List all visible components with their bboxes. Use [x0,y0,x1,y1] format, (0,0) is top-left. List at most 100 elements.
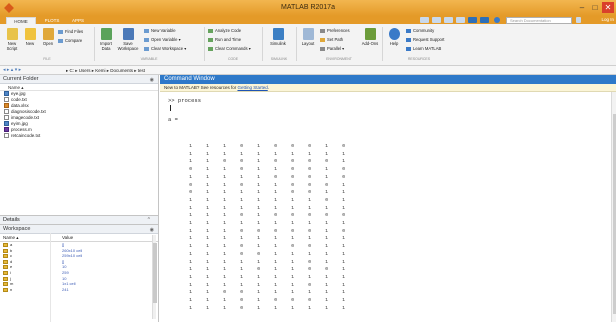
analyze-code-button[interactable]: Analyze Code [208,28,241,33]
workspace-scrollbar[interactable] [152,235,157,319]
new-script-button[interactable]: New Script [2,28,22,51]
matrix-cell: 0 [342,228,345,234]
variable-icon [3,287,8,292]
matrix-cell: 0 [308,213,311,219]
matrix-cell: 1 [308,251,311,257]
matrix-cell: 1 [206,244,209,250]
new-variable-button[interactable]: New Variable [144,28,176,33]
tab-home[interactable]: HOME [6,17,36,24]
scrollbar-thumb[interactable] [153,243,157,303]
matrix-cell: 1 [291,282,294,288]
matrix-cell: 1 [189,221,192,226]
column-header-name[interactable]: Name ▴ [0,84,158,91]
matrix-cell: 1 [274,197,277,203]
import-data-button[interactable]: Import Data [96,28,116,51]
getting-started-link[interactable]: Getting Started [237,85,267,90]
matrix-cell: 0 [257,228,260,234]
matrix-cell: 1 [342,151,345,157]
cut-icon[interactable] [432,17,441,23]
preferences-button[interactable]: Preferences [320,28,350,33]
redo-icon[interactable] [480,17,489,23]
matrix-cell: 0 [308,167,311,173]
community-icon [406,29,411,33]
parallel-button[interactable]: Parallel ▾ [320,46,344,51]
image-file-icon [4,121,9,126]
save-icon[interactable] [420,17,429,23]
matrix-cell: 1 [342,244,345,250]
save-workspace-button[interactable]: Save Workspace [116,28,140,51]
matrix-cell: 1 [274,151,277,157]
search-documentation-input[interactable]: Search Documentation [506,17,572,24]
matrix-cell: 1 [206,205,209,211]
matrix-cell: 1 [291,259,294,265]
clear-workspace-button[interactable]: Clear Workspace ▾ [144,46,186,51]
matrix-cell: 0 [291,167,294,173]
open-variable-icon [144,38,149,42]
details-panel[interactable]: Details ^ [0,215,159,225]
matrix-cell: 1 [325,151,328,157]
tab-plots[interactable]: PLOTS [40,17,64,24]
command-window[interactable]: Command Window New to MATLAB? See resour… [160,75,616,322]
matrix-cell: 0 [308,244,311,250]
paste-icon[interactable] [456,17,465,23]
clear-commands-button[interactable]: Clear Commands ▾ [208,46,251,51]
matrix-cell: 1 [206,174,209,180]
matrix-cell: 1 [206,236,209,242]
open-variable-button[interactable]: Open Variable ▾ [144,37,181,42]
column-divider[interactable] [50,233,51,322]
layout-icon [302,28,314,40]
matrix-cell: 0 [325,182,328,188]
matrix-cell: 1 [342,251,345,257]
analyze-code-icon [208,29,213,33]
login-link[interactable]: Log In [601,17,614,22]
request-support-button[interactable]: Request Support [406,37,444,42]
analyze-code-label: Analyze Code [215,28,242,33]
set-path-button[interactable]: Set Path [320,37,343,42]
tab-apps[interactable]: APPS [68,17,88,24]
column-header-value[interactable]: Value [62,234,73,242]
panel-menu-icon[interactable]: ◉ [150,76,154,85]
breadcrumb[interactable]: ▸ C: ▸ Users ▸ Kemi ▸ Documents ▸ test [66,66,145,75]
matrix-cell: 0 [257,251,260,257]
preferences-label: Preferences [327,28,350,33]
simulink-button[interactable]: Simulink [266,28,290,46]
help-icon[interactable] [494,17,500,23]
matrix-cell: 1 [240,205,243,211]
matrix-cell: 1 [325,174,328,180]
matrix-cell: 0 [308,174,311,180]
close-button[interactable]: ✕ [602,2,614,13]
learn-matlab-button[interactable]: Learn MATLAB [406,46,441,51]
find-files-button[interactable]: Find Files [58,29,83,34]
matrix-cell: 0 [342,174,345,180]
layout-button[interactable]: Layout [298,28,318,46]
file-name: eyim.jpg [11,121,28,126]
funnel-icon[interactable] [576,17,581,23]
matrix-cell: 1 [189,282,192,288]
navigation-arrows-icon[interactable]: ◂ ▸ ▴ ▾ ▸ [3,66,21,75]
undo-icon[interactable] [468,17,477,23]
add-ons-button[interactable]: Add-Ons [360,28,380,46]
chevron-up-icon[interactable]: ^ [148,216,150,225]
run-and-time-button[interactable]: Run and Time [208,37,241,42]
address-bar: ◂ ▸ ▴ ▾ ▸ ▸ C: ▸ Users ▸ Kemi ▸ Document… [0,66,616,75]
matrix-cell: 1 [257,182,260,188]
help-button[interactable]: Help [384,28,404,46]
maximize-button[interactable]: □ [589,2,601,13]
matrix-cell: 1 [257,174,260,180]
save-workspace-label: Save Workspace [117,41,139,51]
matrix-cell: 1 [206,282,209,288]
new-button[interactable]: New [20,28,40,46]
minimize-button[interactable]: – [576,2,588,13]
variable-name: a [10,242,13,247]
compare-button[interactable]: Compare [58,38,82,43]
open-button[interactable]: Open [38,28,58,46]
file-item[interactable]: retcaincode.txt [0,133,158,139]
workspace-variable-row[interactable]: n 241 [0,287,158,293]
matrix-cell: 1 [257,213,260,219]
column-header-name[interactable]: Name ▴ [3,234,19,242]
community-button[interactable]: Community [406,28,434,33]
command-window-scrollbar[interactable] [611,92,616,322]
matrix-cell: 1 [291,205,294,211]
request-support-label: Request Support [413,37,445,42]
copy-icon[interactable] [444,17,453,23]
